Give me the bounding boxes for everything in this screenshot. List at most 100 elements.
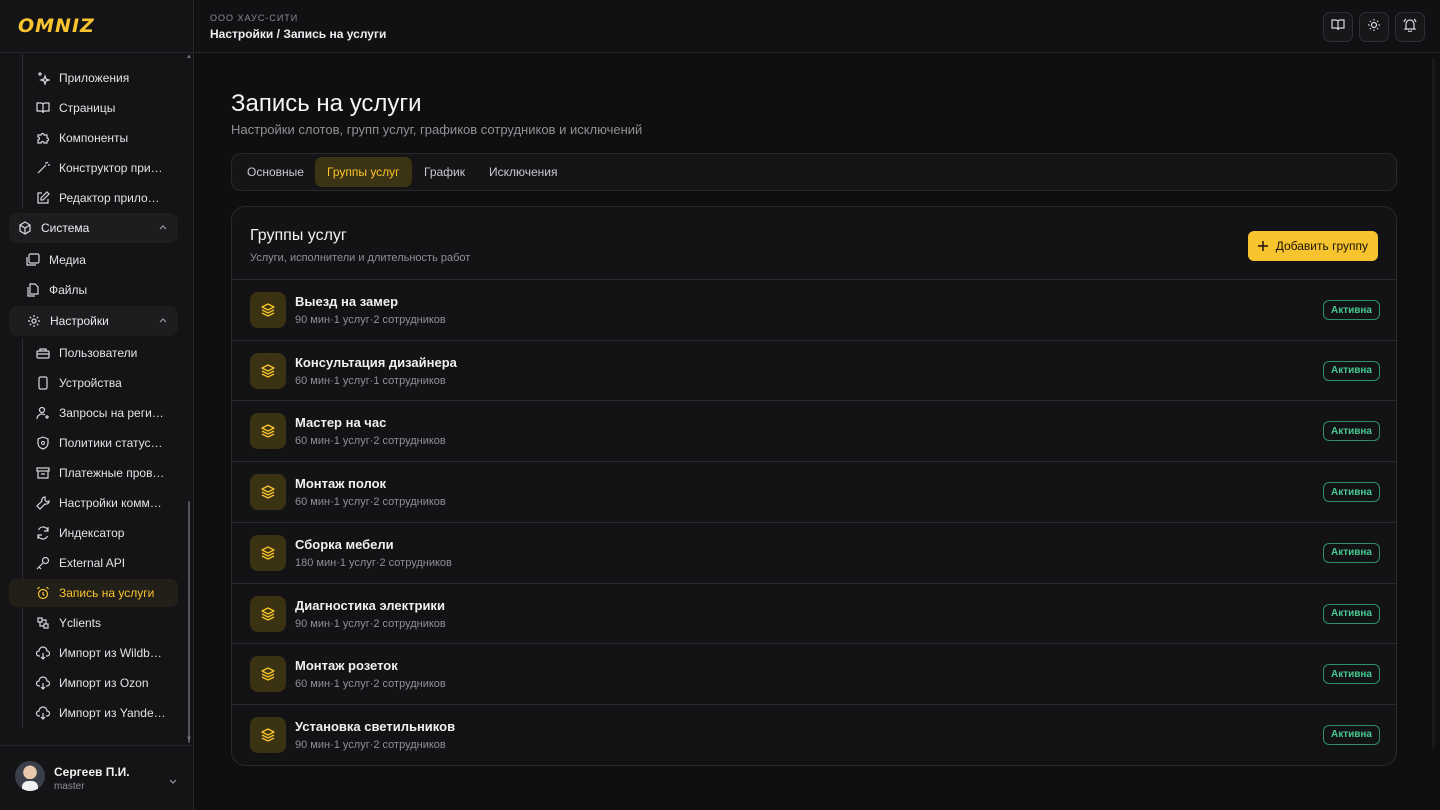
sidebar-item-pages[interactable]: Страницы — [28, 94, 178, 122]
sidebar-item-external-api[interactable]: External API — [28, 549, 178, 577]
sidebar-group-settings[interactable]: Настройки — [9, 306, 178, 336]
service-groups-card: Группы услуг Услуги, исполнители и длите… — [231, 206, 1397, 766]
service-group-row[interactable]: Монтаж розеток 60 мин·1 услуг·2 сотрудник… — [232, 643, 1396, 704]
sidebar-item-label: Индексатор — [59, 526, 125, 540]
sidebar-item-app-builder[interactable]: Конструктор прил... — [28, 154, 178, 182]
page-title: Запись на услуги — [231, 90, 422, 117]
scroll-up-arrow-icon[interactable]: ▲ — [186, 54, 192, 60]
sidebar-item-import-wildberries[interactable]: Импорт из Wildber... — [28, 639, 178, 667]
sidebar-item-status-policies[interactable]: Политики статусов... — [28, 429, 178, 457]
group-name: Мастер на час — [295, 415, 387, 431]
sidebar-item-users[interactable]: Пользователи — [28, 339, 178, 367]
group-name: Установка светильников — [295, 718, 456, 734]
sparkles-icon — [36, 71, 50, 85]
sidebar-item-indexer[interactable]: Индексатор — [28, 519, 178, 547]
sidebar-item-apps[interactable]: Приложения — [28, 64, 178, 92]
sidebar-item-commerce-settings[interactable]: Настройки коммер... — [28, 489, 178, 517]
sidebar-item-label: Импорт из Ozon — [59, 676, 149, 690]
sidebar-item-label: Медиа — [49, 253, 86, 267]
status-badge: Активна — [1322, 724, 1380, 745]
sidebar-item-components[interactable]: Компоненты — [28, 124, 178, 152]
status-badge: Активна — [1322, 542, 1380, 563]
add-group-button[interactable]: Добавить группу — [1247, 231, 1378, 261]
logo-bar: OMNIZ — [0, 0, 193, 53]
sidebar-item-label: Файлы — [49, 283, 88, 297]
wrench-icon — [36, 496, 50, 510]
shield-icon — [36, 436, 50, 450]
book-icon — [1331, 18, 1345, 37]
refresh-icon — [36, 526, 50, 540]
sidebar-item-label: Запись на услуги — [59, 586, 155, 600]
user-menu[interactable]: Сергеев П.И. master — [0, 745, 194, 810]
tab-service-groups[interactable]: Группы услуг — [315, 157, 412, 187]
group-name: Монтаж полок — [295, 476, 387, 492]
service-group-row[interactable]: Установка светильников 90 мин·1 услуг·2 с… — [232, 703, 1396, 765]
tab-general[interactable]: Основные — [235, 157, 316, 187]
sidebar-group-system[interactable]: Система — [9, 213, 178, 243]
chevron-up-icon[interactable] — [158, 315, 168, 329]
sidebar-item-label: Приложения — [59, 71, 130, 85]
layers-icon — [250, 534, 286, 571]
sidebar-item-app-editor[interactable]: Редактор приложе... — [28, 184, 178, 212]
status-badge: Активна — [1322, 603, 1380, 624]
notifications-button[interactable] — [1395, 12, 1425, 42]
phone-icon — [36, 376, 50, 390]
page-subtitle: Настройки слотов, групп услуг, графиков … — [231, 122, 643, 137]
group-meta: 60 мин·1 услуг·2 сотрудников — [295, 678, 446, 691]
service-group-row[interactable]: Сборка мебели 180 мин·1 услуг·2 сотрудник… — [232, 521, 1396, 583]
theme-toggle-button[interactable] — [1359, 12, 1389, 42]
tab-bar: Основные Группы услуг График Исключения — [231, 153, 1397, 191]
avatar — [15, 761, 45, 791]
tab-exceptions[interactable]: Исключения — [477, 157, 570, 187]
sidebar-item-files[interactable]: Файлы — [18, 276, 168, 304]
chevron-down-icon[interactable] — [168, 773, 178, 791]
sidebar-item-media[interactable]: Медиа — [18, 246, 168, 274]
group-meta: 60 мин·1 услуг·1 сотрудников — [295, 374, 446, 387]
top-header: ООО ХАУС-СИТИ Настройки / Запись на услу… — [195, 0, 1440, 53]
app-logo[interactable]: OMNIZ — [18, 15, 95, 37]
sidebar-item-registration-requests[interactable]: Запросы на регист... — [28, 399, 178, 427]
service-group-row[interactable]: Мастер на час 60 мин·1 услуг·2 сотруднико… — [232, 400, 1396, 461]
sidebar-item-label: Yclients — [59, 616, 102, 630]
sidebar-item-yclients[interactable]: Yclients — [28, 609, 178, 637]
sidebar-item-import-yandex[interactable]: Импорт из Yandex ... — [28, 699, 178, 727]
sidebar-item-label: Платежные провай... — [59, 466, 167, 480]
service-group-row[interactable]: Диагностика электрики 90 мин·1 услуг·2 со… — [232, 582, 1396, 644]
alarm-clock-icon — [36, 586, 50, 600]
docs-button[interactable] — [1323, 12, 1353, 42]
organization-name: ООО ХАУС-СИТИ — [210, 13, 299, 23]
sidebar-item-label: Компоненты — [59, 131, 129, 145]
bell-icon — [1403, 18, 1417, 37]
sidebar-item-service-booking[interactable]: Запись на услуги — [9, 579, 178, 607]
group-name: Консультация дизайнера — [295, 354, 457, 370]
chevron-up-icon[interactable] — [158, 222, 168, 236]
sidebar-item-import-ozon[interactable]: Импорт из Ozon — [28, 669, 178, 697]
service-group-row[interactable]: Выезд на замер 90 мин·1 услуг·2 сотрудник… — [232, 279, 1396, 340]
service-group-row[interactable]: Монтаж полок 60 мин·1 услуг·2 сотрудников… — [232, 461, 1396, 522]
group-name: Сборка мебели — [295, 536, 394, 552]
sidebar-item-label: Настройки коммер... — [59, 496, 167, 510]
sidebar-item-devices[interactable]: Устройства — [28, 369, 178, 397]
key-icon — [36, 556, 50, 570]
gear-icon — [27, 314, 41, 328]
main-scrollbar[interactable] — [1432, 58, 1435, 748]
sidebar-item-label: Конструктор прил... — [59, 161, 167, 175]
layers-icon — [250, 413, 286, 450]
cube-icon — [18, 221, 32, 235]
sidebar-nav: ▲ ▼ Приложения Страницы Компоненты Конст… — [0, 54, 194, 744]
status-badge: Активна — [1322, 360, 1380, 381]
puzzle-icon — [36, 131, 50, 145]
sidebar-item-label: Устройства — [59, 376, 122, 390]
layers-icon — [250, 292, 286, 328]
scroll-down-arrow-icon[interactable]: ▼ — [186, 736, 192, 742]
sidebar-item-payment-providers[interactable]: Платежные провай... — [28, 459, 178, 487]
tab-schedule[interactable]: График — [412, 157, 477, 187]
sidebar-scrollbar[interactable] — [188, 501, 190, 743]
service-group-row[interactable]: Консультация дизайнера 60 мин·1 услуг·1 с… — [232, 339, 1396, 401]
group-name: Выезд на замер — [295, 294, 399, 309]
files-icon — [26, 283, 40, 297]
status-badge: Активна — [1322, 300, 1380, 320]
group-meta: 90 мин·1 услуг·2 сотрудников — [295, 314, 446, 326]
add-group-label: Добавить группу — [1275, 239, 1368, 253]
user-role: master — [54, 781, 85, 792]
